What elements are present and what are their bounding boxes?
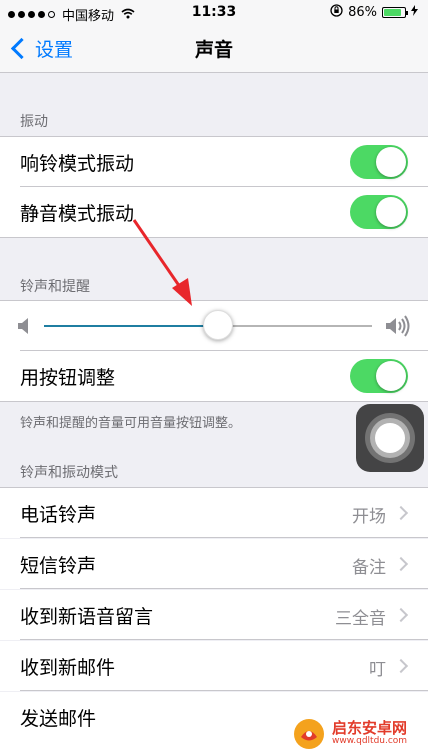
charging-icon [411,5,418,20]
toggle-knob [376,361,406,391]
new-voicemail-value: 三全音 [335,609,386,629]
battery-fill [384,9,402,16]
watermark-text: 启东安卓网 www.qdltdu.com [332,720,407,746]
status-right: 86% [330,4,418,21]
divider [20,588,428,589]
vibrate-on-silent-row: 静音模式振动 [0,187,428,237]
new-voicemail-label: 收到新语音留言 [20,606,154,628]
text-tone-value: 备注 [352,558,386,578]
chevron-right-icon [393,505,409,521]
ringtone-row[interactable]: 电话铃声 开场 [0,488,428,538]
slider-fill [44,325,218,327]
toggle-knob [376,147,406,177]
sent-mail-label: 发送邮件 [20,708,97,730]
page-title: 声音 [194,39,233,61]
watermark-name: 启东安卓网 [332,719,408,738]
watermark-url: www.qdltdu.com [332,735,408,746]
assistive-touch-ring [375,423,405,453]
change-with-buttons-label: 用按钮调整 [20,367,116,389]
new-mail-value: 叮 [369,660,386,680]
volume-high-icon [386,315,410,337]
divider [0,401,428,402]
section-header-vibrate: 振动 [20,114,48,130]
vibrate-on-ring-toggle[interactable] [350,145,408,179]
section-header-ringer: 铃声和提醒 [20,279,90,295]
battery-icon [382,7,408,18]
text-tone-label: 短信铃声 [20,555,97,577]
new-voicemail-row[interactable]: 收到新语音留言 三全音 [0,590,428,640]
vibrate-on-silent-toggle[interactable] [350,195,408,229]
ringtone-label: 电话铃声 [20,504,97,526]
divider [0,237,428,238]
ringtone-value: 开场 [352,507,386,527]
status-bar: 中国移动 11:33 86% [0,0,428,26]
section-header-sounds: 铃声和振动模式 [20,465,118,481]
toggle-knob [376,197,406,227]
watermark-logo-icon [294,718,324,749]
divider [20,639,428,640]
volume-low-icon [18,318,28,334]
text-tone-row[interactable]: 短信铃声 备注 [0,539,428,589]
new-mail-row[interactable]: 收到新邮件 叮 [0,641,428,691]
assistive-touch-button[interactable] [356,404,424,472]
divider [20,537,428,538]
rotation-lock-icon [330,4,343,21]
chevron-right-icon [393,607,409,623]
new-mail-label: 收到新邮件 [20,657,116,679]
chevron-right-icon [393,658,409,674]
ringer-footer-note: 铃声和提醒的音量可用音量按钮调整。 [20,416,242,431]
watermark: 启东安卓网 www.qdltdu.com [292,712,428,755]
change-with-buttons-toggle[interactable] [350,359,408,393]
change-with-buttons-row: 用按钮调整 [0,351,428,401]
vibrate-on-ring-label: 响铃模式振动 [20,153,135,175]
slider-thumb[interactable] [202,310,233,340]
divider [20,690,428,691]
chevron-right-icon [393,556,409,572]
ringer-volume-row [0,301,428,351]
vibrate-on-ring-row: 响铃模式振动 [0,137,428,187]
battery-percent: 86% [348,5,377,20]
ringer-volume-slider[interactable] [44,310,372,340]
vibrate-on-silent-label: 静音模式振动 [20,203,135,225]
navigation-bar: 设置 声音 [0,26,428,73]
